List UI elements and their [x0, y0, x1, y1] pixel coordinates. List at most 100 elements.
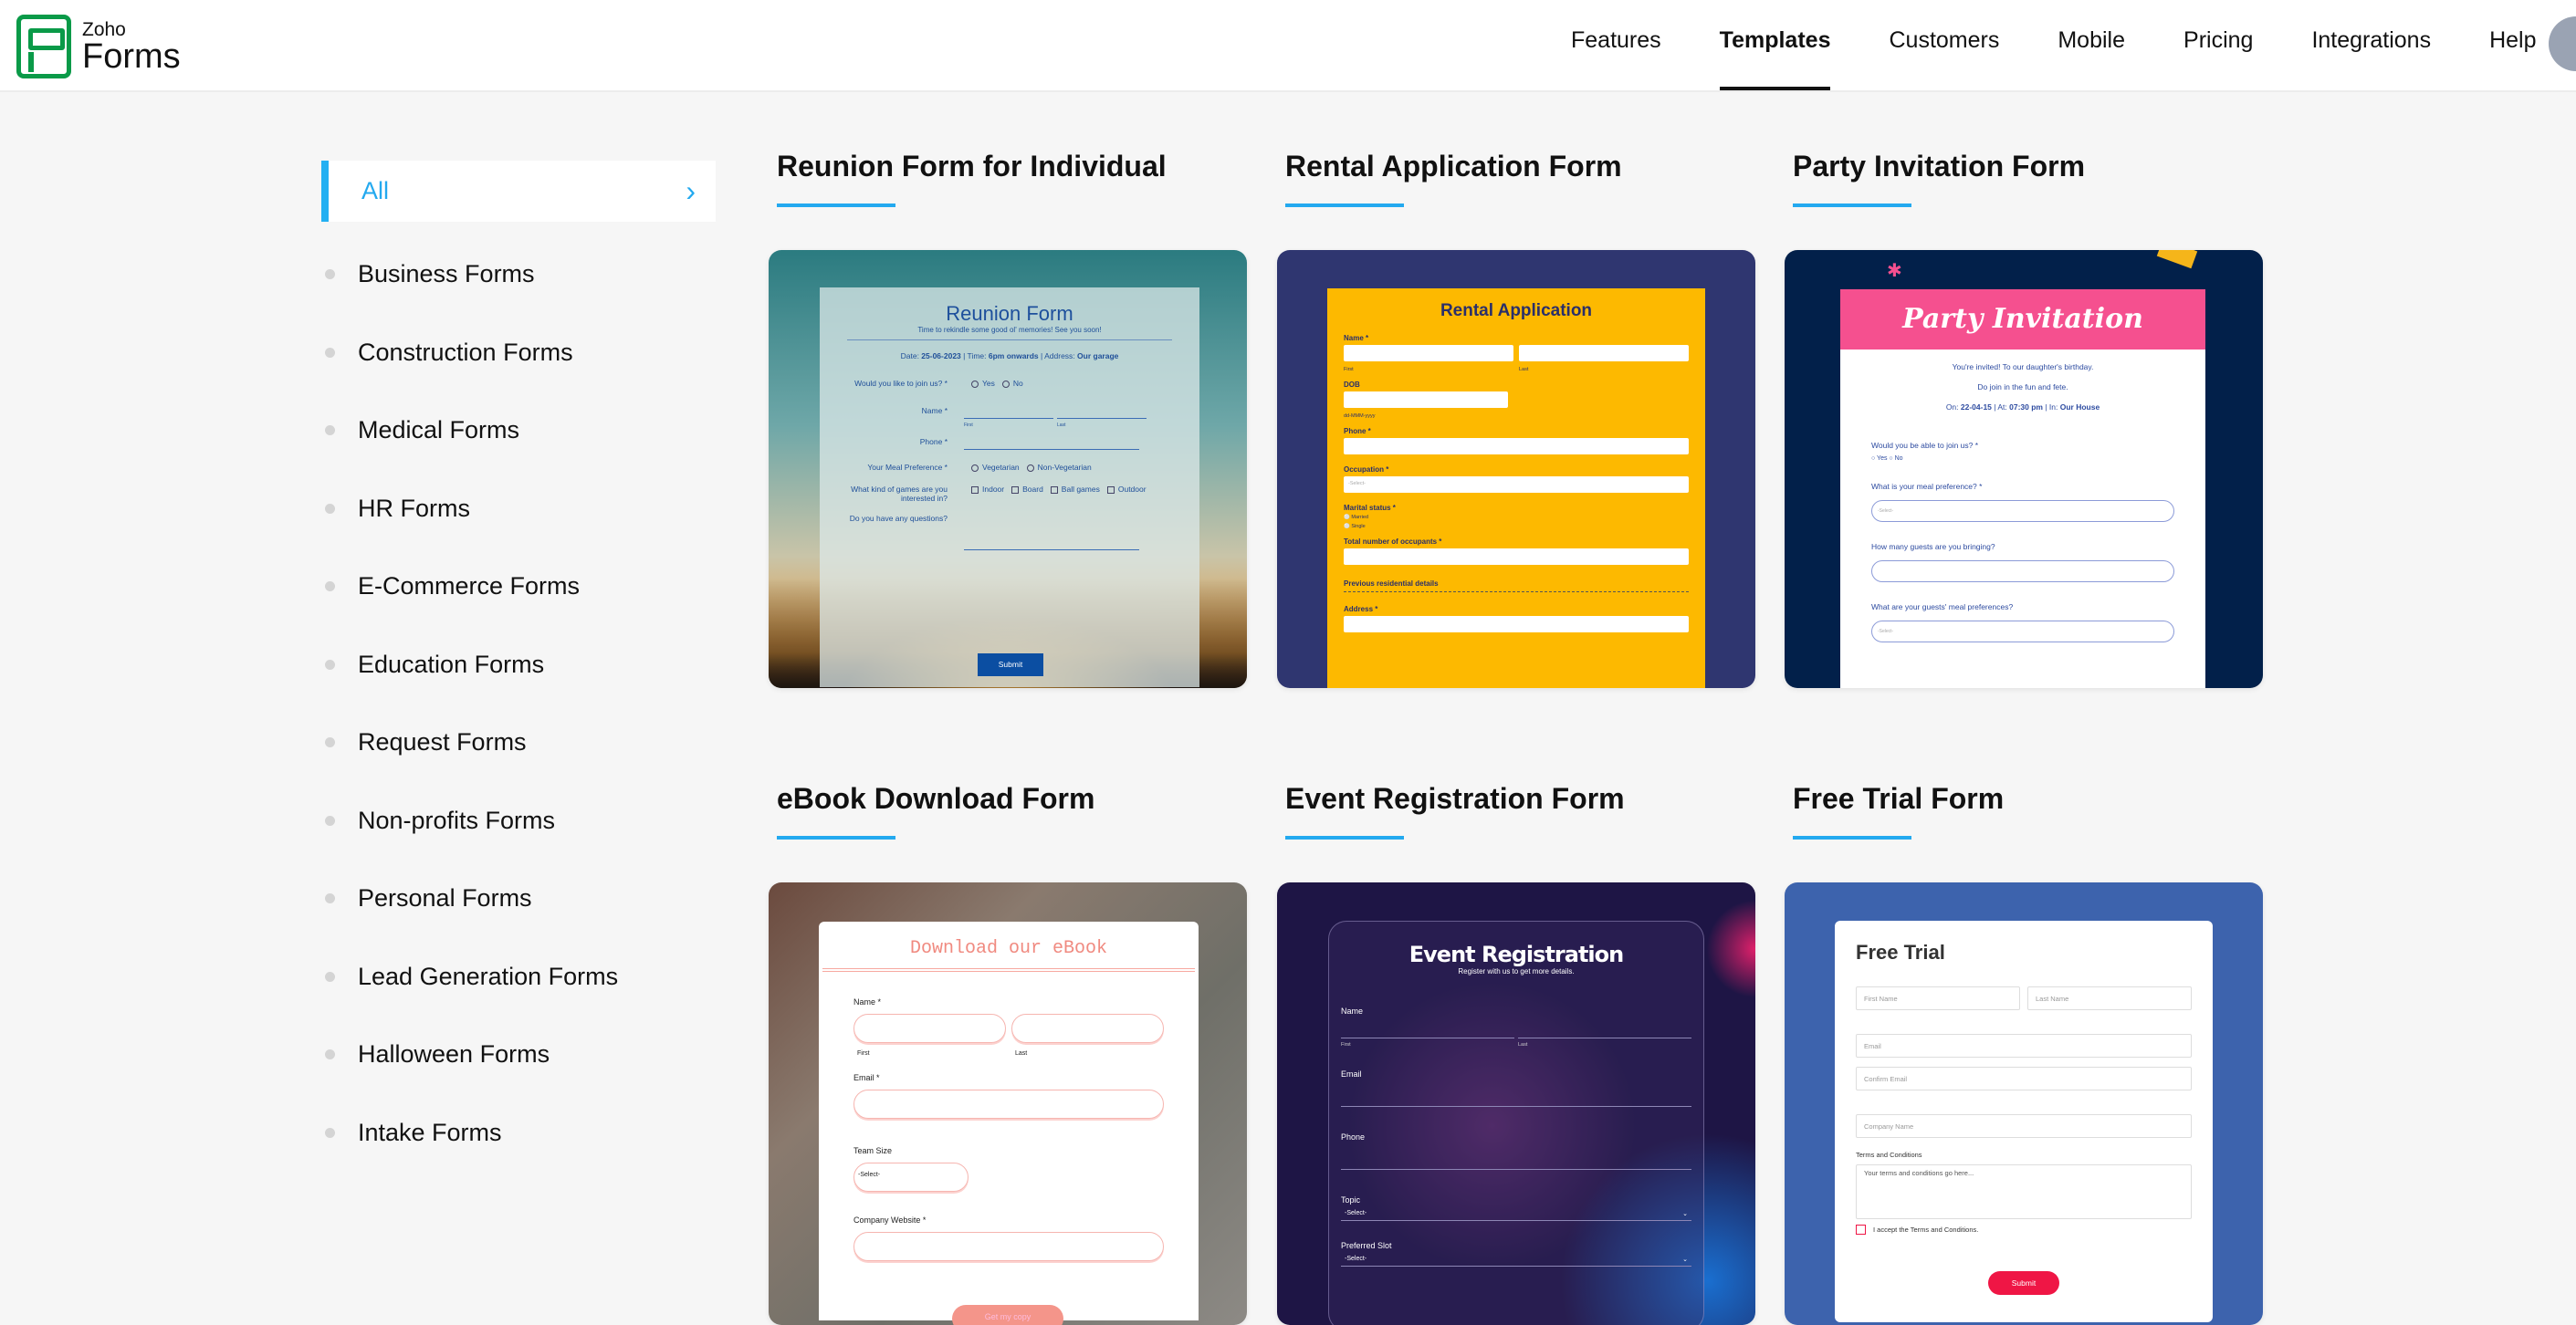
title-underline — [1285, 203, 1404, 207]
form-panel: Party Invitation You're invited! To our … — [1840, 289, 2205, 688]
chevron-down-icon: ⌄ — [1682, 1257, 1688, 1263]
form-panel: Free Trial First Name Last Name Email Con… — [1835, 921, 2213, 1322]
logo-zoho: Zoho — [82, 18, 126, 40]
bullet-icon — [325, 425, 335, 436]
bullet-icon — [325, 1049, 335, 1060]
field-label: Phone * — [919, 437, 948, 446]
nav-features[interactable]: Features — [1571, 27, 1661, 89]
title-underline — [1793, 203, 1911, 207]
sidebar-item-label: Intake Forms — [358, 1118, 502, 1146]
nav-customers[interactable]: Customers — [1889, 27, 1999, 89]
sidebar-item-label: All — [361, 177, 390, 204]
bullet-icon — [325, 269, 335, 280]
template-preview[interactable]: Download our eBook Name * First Last Emai… — [769, 882, 1247, 1325]
template-title[interactable]: Party Invitation Form — [1793, 150, 2263, 186]
template-preview[interactable]: Reunion Form Time to rekindle some good … — [769, 250, 1247, 688]
sidebar-item[interactable]: HR Forms — [321, 470, 716, 548]
template-title[interactable]: Free Trial Form — [1793, 782, 2263, 819]
category-sidebar: All › Business Forms Construction Forms Med… — [321, 161, 716, 1172]
sidebar-item-label: Request Forms — [358, 728, 527, 756]
palm-tree-icon: ✱ — [1887, 261, 1902, 281]
sidebar-item-label: Education Forms — [358, 650, 545, 678]
sidebar-item-all[interactable]: All › — [321, 161, 716, 222]
template-event[interactable]: Event Registration Form Event Registrati… — [1277, 782, 1755, 1325]
party-hat-icon — [2156, 250, 2198, 269]
template-party[interactable]: Party Invitation Form ✱ Party Invitation… — [1785, 150, 2263, 688]
field-label: What kind of games are you interested in… — [851, 485, 948, 503]
bullet-icon — [325, 737, 335, 748]
sidebar-item[interactable]: Construction Forms — [321, 314, 716, 392]
preview-title: Download our eBook — [909, 938, 1108, 959]
event-details: Date: 25-06-2023 | Time: 6pm onwards | A… — [900, 351, 1119, 360]
sidebar-item[interactable]: Non-profits Forms — [321, 782, 716, 861]
sidebar-item-label: Halloween Forms — [358, 1040, 550, 1069]
sidebar-item-label: HR Forms — [358, 494, 470, 522]
sidebar-item-label: Construction Forms — [358, 338, 573, 366]
preview-subtitle: Time to rekindle some good ol' memories!… — [917, 326, 1102, 334]
template-title[interactable]: Reunion Form for Individual — [777, 150, 1247, 186]
sidebar-item[interactable]: Business Forms — [321, 235, 716, 314]
sidebar-item[interactable]: Request Forms — [321, 704, 716, 782]
template-preview[interactable]: Rental Application Name * First Last DOB … — [1277, 250, 1755, 688]
submit-button: Submit — [1988, 1271, 2059, 1295]
sidebar-item[interactable]: Intake Forms — [321, 1094, 716, 1173]
nav-help[interactable]: Help — [2489, 27, 2536, 89]
bullet-icon — [325, 659, 335, 670]
title-underline — [777, 836, 895, 840]
form-panel: Event Registration Register with us to g… — [1328, 921, 1704, 1325]
preview-title: Event Registration — [1408, 942, 1624, 967]
top-header: Zoho Forms Features Templates Customers M… — [0, 0, 2576, 92]
radio-yes — [971, 380, 979, 388]
sidebar-item-label: Personal Forms — [358, 884, 532, 913]
sidebar-item-label: Business Forms — [358, 260, 535, 288]
sidebar-item-label: Medical Forms — [358, 416, 520, 444]
template-preview[interactable]: Event Registration Register with us to g… — [1277, 882, 1755, 1325]
select-field: -Select- — [1871, 500, 2174, 522]
sidebar-item[interactable]: Education Forms — [321, 626, 716, 704]
preview-title: Free Trial — [1856, 941, 1945, 964]
template-preview[interactable]: Free Trial First Name Last Name Email Con… — [1785, 882, 2263, 1325]
zoho-forms-logo[interactable]: Zoho Forms — [16, 15, 181, 78]
bullet-icon — [325, 347, 335, 358]
bullet-icon — [325, 503, 335, 514]
template-title[interactable]: eBook Download Form — [777, 782, 1247, 819]
title-underline — [1285, 836, 1404, 840]
sidebar-item-label: E-Commerce Forms — [358, 572, 581, 600]
bullet-icon — [325, 971, 335, 982]
template-title[interactable]: Rental Application Form — [1285, 150, 1755, 186]
submit-button: Submit — [978, 653, 1043, 676]
template-rental[interactable]: Rental Application Form Rental Applicati… — [1277, 150, 1755, 688]
field-label: Do you have any questions? — [849, 514, 948, 523]
title-underline — [1793, 836, 1911, 840]
template-preview[interactable]: ✱ Party Invitation You're invited! To ou… — [1785, 250, 2263, 688]
preview-title: Rental Application — [1440, 301, 1593, 320]
main-nav: Features Templates Customers Mobile Pric… — [1571, 27, 2576, 90]
preview-title: Reunion Form — [946, 302, 1073, 325]
sidebar-item[interactable]: Lead Generation Forms — [321, 938, 716, 1017]
sidebar-item[interactable]: Medical Forms — [321, 391, 716, 470]
checkbox — [1856, 1225, 1866, 1235]
bullet-icon — [325, 581, 335, 592]
form-panel: Download our eBook Name * First Last Emai… — [819, 922, 1199, 1325]
nav-templates[interactable]: Templates — [1719, 27, 1830, 90]
nav-mobile[interactable]: Mobile — [2058, 27, 2125, 89]
get-copy-button: Get my copy — [952, 1305, 1063, 1325]
sidebar-item[interactable]: E-Commerce Forms — [321, 548, 716, 626]
sidebar-item[interactable]: Halloween Forms — [321, 1016, 716, 1094]
nav-integrations[interactable]: Integrations — [2311, 27, 2431, 89]
sidebar-item[interactable]: Personal Forms — [321, 860, 716, 938]
field-label: Would you like to join us? * — [854, 379, 948, 388]
nav-pricing[interactable]: Pricing — [2183, 27, 2253, 89]
logo-icon — [16, 15, 71, 78]
field-label: Name * — [921, 406, 948, 415]
template-reunion[interactable]: Reunion Form for Individual Reunion Form… — [769, 150, 1247, 688]
field-label: Your Meal Preference * — [867, 463, 948, 472]
logo-forms: Forms — [82, 37, 181, 76]
radio-no — [1001, 380, 1010, 388]
template-free-trial[interactable]: Free Trial Form Free Trial First Name Las… — [1785, 782, 2263, 1325]
template-title[interactable]: Event Registration Form — [1285, 782, 1755, 819]
title-underline — [777, 203, 895, 207]
bullet-icon — [325, 815, 335, 826]
form-panel: Reunion Form Time to rekindle some good … — [820, 287, 1199, 687]
template-ebook[interactable]: eBook Download Form Download our eBook N… — [769, 782, 1247, 1325]
